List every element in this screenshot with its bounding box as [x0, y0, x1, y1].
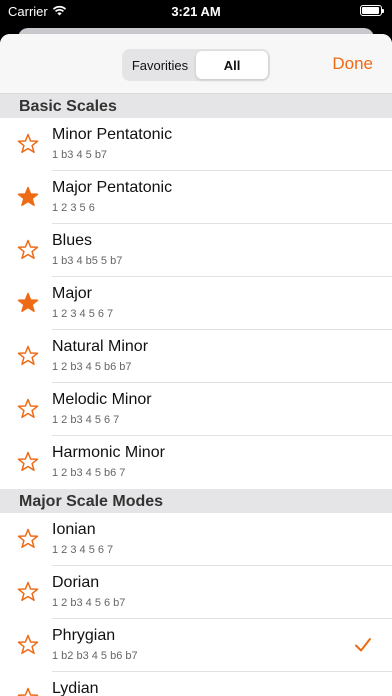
checkmark-icon	[354, 636, 372, 654]
scale-name: Dorian	[52, 574, 100, 591]
scale-name: Blues	[52, 232, 93, 249]
scale-row[interactable]: Dorian 1 2 b3 4 5 6 b7	[0, 566, 392, 619]
battery-icon	[360, 5, 384, 16]
scale-name: Minor Pentatonic	[52, 126, 173, 143]
done-button[interactable]: Done	[332, 54, 373, 74]
star-filled-icon[interactable]	[17, 186, 39, 208]
scale-formula: 1 2 3 4 5 6 7	[52, 544, 114, 556]
star-outline-icon[interactable]	[17, 634, 39, 656]
scale-list: Basic Scales Minor Pentatonic 1 b3 4 5 b7 M…	[0, 94, 392, 696]
scale-name: Phrygian	[52, 627, 116, 644]
scale-row[interactable]: Minor Pentatonic 1 b3 4 5 b7	[0, 118, 392, 171]
scale-name: Lydian	[52, 680, 99, 696]
scale-name: Ionian	[52, 521, 96, 538]
scale-name: Melodic Minor	[52, 391, 152, 408]
scale-formula: 1 2 3 5 6	[52, 202, 95, 214]
star-outline-icon[interactable]	[17, 451, 39, 473]
scale-row[interactable]: Lydian	[0, 672, 392, 696]
scale-formula: 1 2 b3 4 5 6 b7	[52, 597, 126, 609]
navigation-bar: Favorities All Done	[0, 34, 392, 94]
filter-segmented-control: Favorities All	[122, 49, 270, 81]
scale-formula: 1 b3 4 5 b7	[52, 149, 108, 161]
scale-picker-sheet: Favorities All Done Basic Scales Minor Pe…	[0, 34, 392, 696]
scale-name: Major	[52, 285, 93, 302]
scale-formula: 1 2 b3 4 5 b6 b7	[52, 361, 132, 373]
star-outline-icon[interactable]	[17, 239, 39, 261]
star-filled-icon[interactable]	[17, 292, 39, 314]
status-time: 3:21 AM	[171, 4, 221, 19]
star-outline-icon[interactable]	[17, 528, 39, 550]
star-outline-icon[interactable]	[17, 345, 39, 367]
section-header: Basic Scales	[0, 94, 392, 118]
scale-row[interactable]: Blues 1 b3 4 b5 5 b7	[0, 224, 392, 277]
scale-row[interactable]: Melodic Minor 1 2 b3 4 5 6 7	[0, 383, 392, 436]
section-header: Major Scale Modes	[0, 489, 392, 513]
scale-formula: 1 b3 4 b5 5 b7	[52, 255, 123, 267]
scale-name: Harmonic Minor	[52, 444, 165, 461]
star-outline-icon[interactable]	[17, 687, 39, 696]
star-outline-icon[interactable]	[17, 581, 39, 603]
scale-row[interactable]: Natural Minor 1 2 b3 4 5 b6 b7	[0, 330, 392, 383]
star-outline-icon[interactable]	[17, 133, 39, 155]
scale-row[interactable]: Major Pentatonic 1 2 3 5 6	[0, 171, 392, 224]
status-right	[360, 5, 384, 16]
scale-name: Major Pentatonic	[52, 179, 173, 196]
scale-formula: 1 2 b3 4 5 b6 7	[52, 467, 126, 479]
scale-formula: 1 b2 b3 4 5 b6 b7	[52, 650, 138, 662]
scale-row[interactable]: Ionian 1 2 3 4 5 6 7	[0, 513, 392, 566]
star-outline-icon[interactable]	[17, 398, 39, 420]
status-bar: Carrier 3:21 AM	[0, 0, 392, 24]
scale-row[interactable]: Harmonic Minor 1 2 b3 4 5 b6 7	[0, 436, 392, 489]
scale-formula: 1 2 b3 4 5 6 7	[52, 414, 120, 426]
scale-formula: 1 2 3 4 5 6 7	[52, 308, 114, 320]
segment-favorites[interactable]: Favorities	[124, 51, 196, 79]
scale-row[interactable]: Major 1 2 3 4 5 6 7	[0, 277, 392, 330]
scale-row[interactable]: Phrygian 1 b2 b3 4 5 b6 b7	[0, 619, 392, 672]
segment-all[interactable]: All	[196, 51, 268, 79]
scale-name: Natural Minor	[52, 338, 149, 355]
